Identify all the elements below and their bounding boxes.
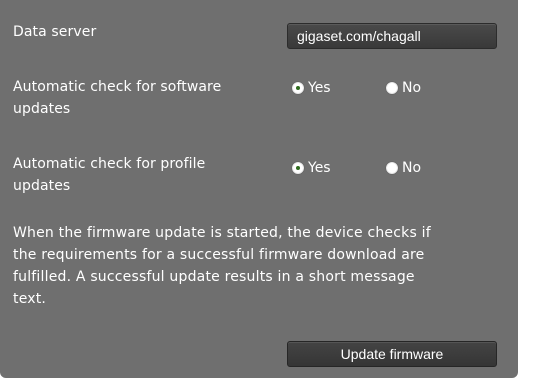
radio-checked-icon[interactable] <box>292 82 304 94</box>
radio-unchecked-icon[interactable] <box>386 82 398 94</box>
software-updates-no-radio[interactable]: No <box>386 79 421 97</box>
profile-updates-yes-radio[interactable]: Yes <box>292 159 331 177</box>
radio-unchecked-icon[interactable] <box>386 162 398 174</box>
data-server-label: Data server <box>13 24 97 40</box>
software-updates-yes-label: Yes <box>308 80 331 96</box>
firmware-info-text: When the firmware update is started, the… <box>13 222 473 310</box>
firmware-info-line: fulfilled. A successful update results i… <box>13 269 415 285</box>
profile-updates-label-line2: updates <box>13 178 71 194</box>
data-server-input[interactable]: gigaset.com/chagall <box>287 23 497 49</box>
software-updates-yes-radio[interactable]: Yes <box>292 79 331 97</box>
firmware-info-line: When the firmware update is started, the… <box>13 225 431 241</box>
software-updates-label-line1: Automatic check for software <box>13 79 222 95</box>
profile-updates-no-label: No <box>402 160 422 176</box>
profile-updates-label-line1: Automatic check for profile <box>13 156 206 172</box>
firmware-info-line: text. <box>13 291 47 307</box>
profile-updates-yes-label: Yes <box>308 160 331 176</box>
profile-updates-no-radio[interactable]: No <box>386 159 421 177</box>
settings-panel: Data server gigaset.com/chagall Automati… <box>0 0 518 378</box>
software-updates-no-label: No <box>402 80 422 96</box>
radio-checked-icon[interactable] <box>292 162 304 174</box>
update-firmware-button[interactable]: Update firmware <box>287 341 497 367</box>
firmware-info-line: the requirements for a successful firmwa… <box>13 247 425 263</box>
software-updates-label-line2: updates <box>13 101 71 117</box>
